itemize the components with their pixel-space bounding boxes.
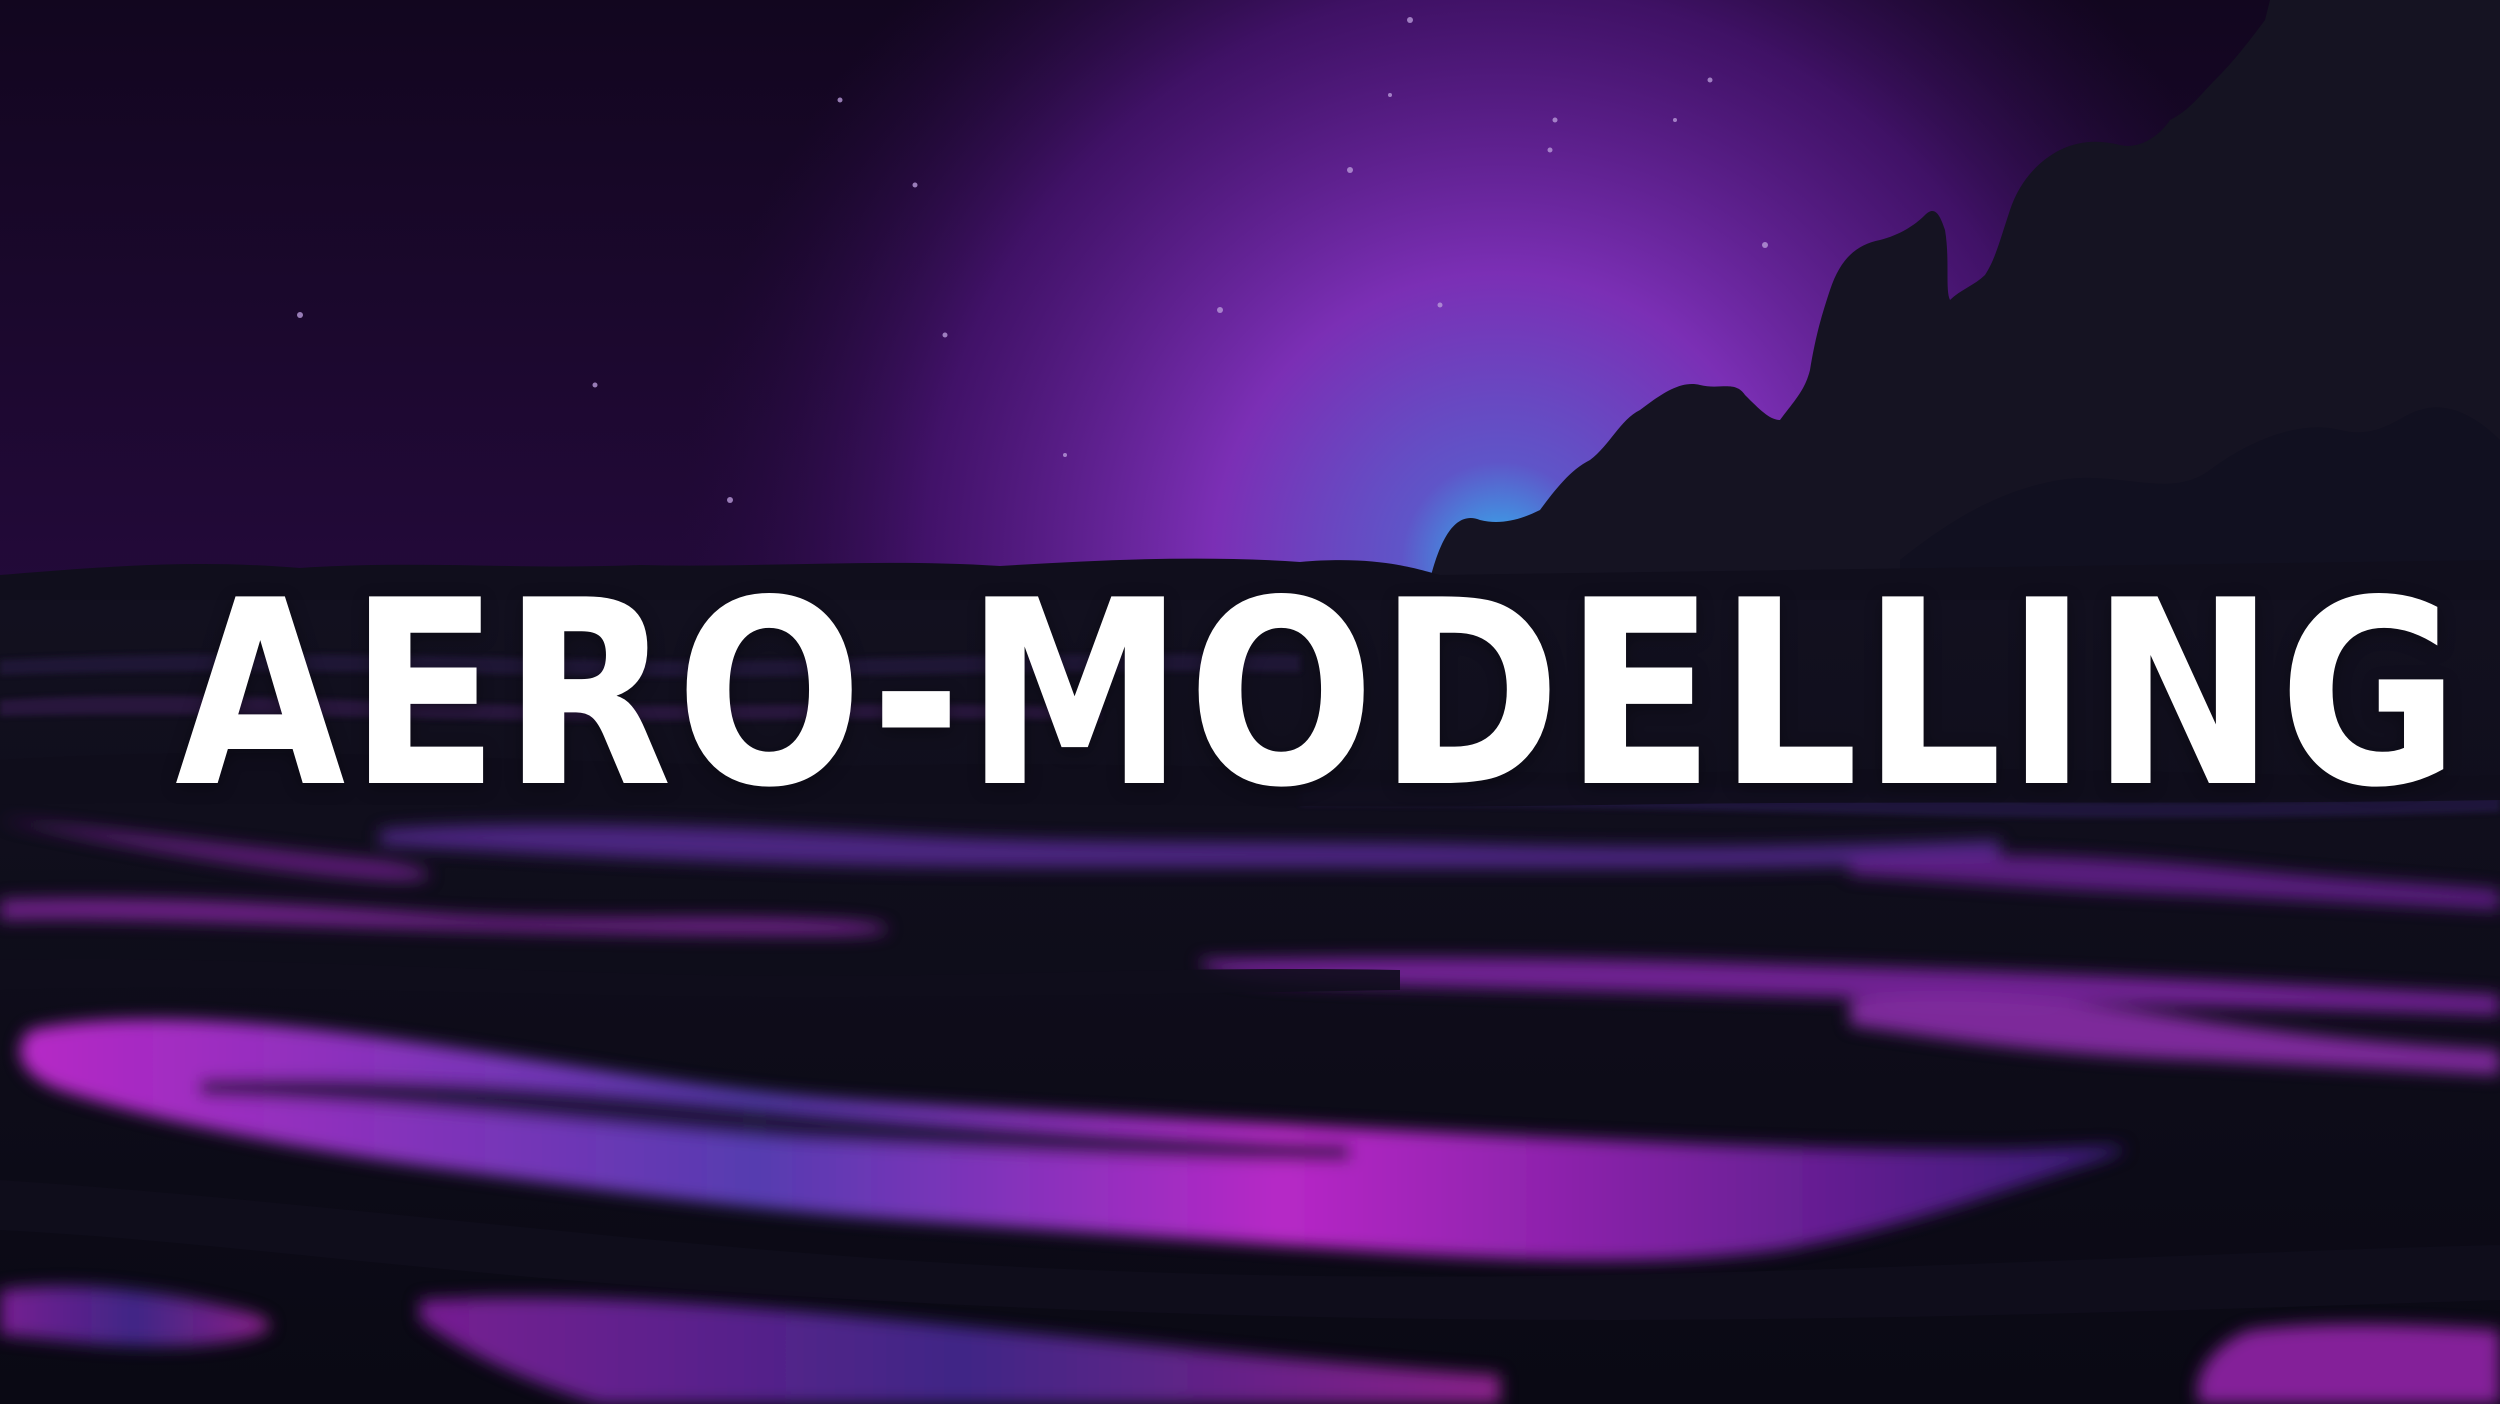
banner: AERO-MODELLING — [0, 0, 2500, 1404]
banner-title: AERO-MODELLING — [175, 546, 2463, 844]
